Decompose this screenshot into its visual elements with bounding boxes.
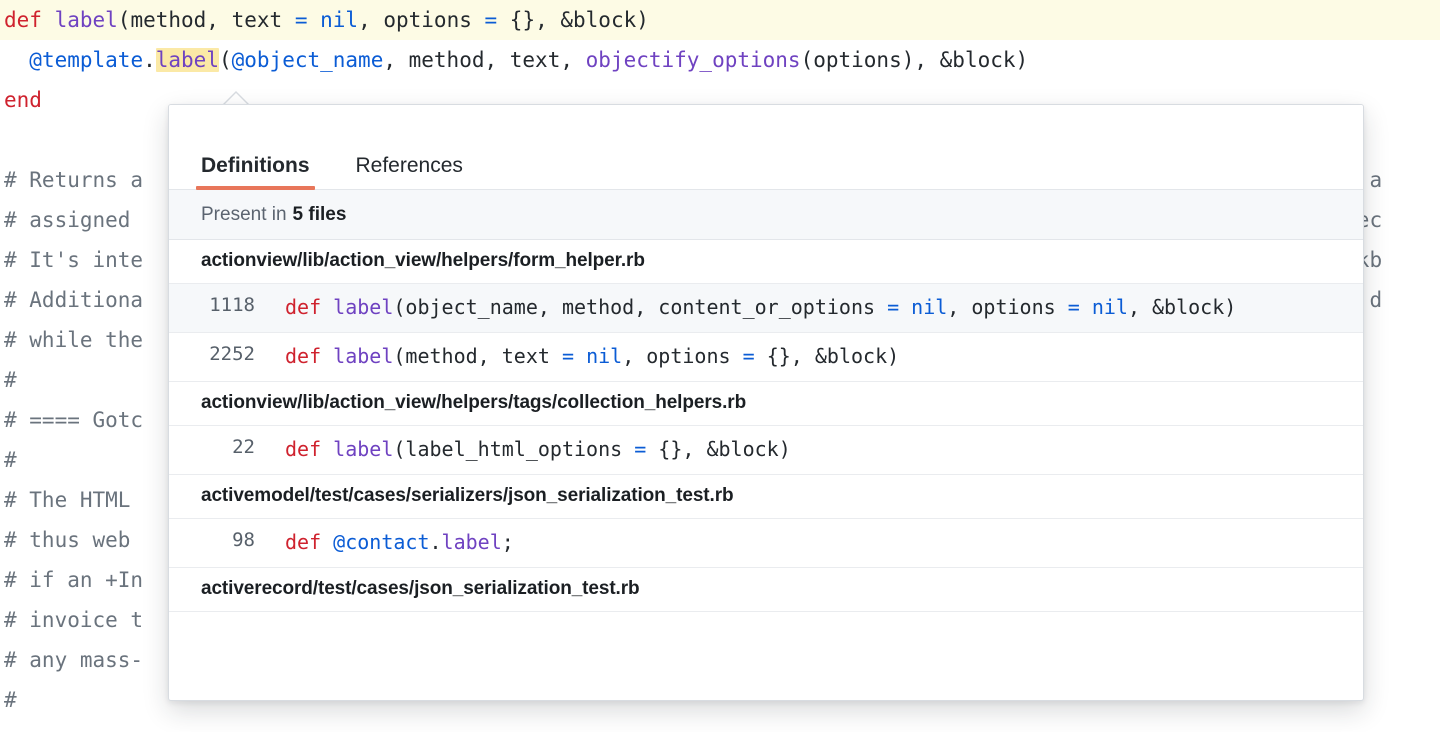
tab-definitions[interactable]: Definitions [196,155,314,190]
line-number: 98 [232,529,255,551]
file-header[interactable]: activemodel/test/cases/serializers/json_… [169,475,1363,519]
code-line[interactable]: @template.label(@object_name, method, te… [0,40,1440,80]
code-token: # [4,688,17,712]
code-token: = [294,8,308,32]
code-token: , options [622,344,743,368]
code-token: = [634,437,647,461]
line-number: 1118 [209,294,255,316]
code-token: (label_html_options [393,437,635,461]
code-token: , options [358,8,485,32]
code-token: nil [911,295,948,319]
code-token: label [54,8,118,32]
code-snippet: def @contact.label; [285,528,1343,557]
present-in-count: 5 files [292,203,347,225]
code-token: , &block) [1127,295,1237,319]
result-row[interactable]: 98 def @contact.label; [169,519,1363,568]
code-token: (object_name, method, content_or_options [393,295,888,319]
code-token: {}, &block) [497,8,649,32]
code-token: . [429,530,442,554]
popover-tabbar: Definitions References [169,105,1363,190]
code-token: nil [320,8,359,32]
code-token: = [1067,295,1080,319]
code-token: ( [218,48,232,72]
code-token: @template [29,48,144,72]
code-token: def [285,344,334,368]
code-snippet: def label(object_name, method, content_o… [285,293,1343,322]
tab-references[interactable]: References [354,155,465,189]
line-number: 2252 [209,343,255,365]
code-token: def [285,437,334,461]
code-token: # [4,448,17,472]
present-in-prefix: Present in [201,203,287,225]
code-token: end [4,88,42,112]
present-in-bar: Present in 5 files [169,190,1363,240]
code-snippet: def label(label_html_options = {}, &bloc… [285,435,1343,464]
code-token: def [285,295,334,319]
file-header[interactable]: actionview/lib/action_view/helpers/form_… [169,240,1363,284]
code-token: , options [947,295,1068,319]
result-row[interactable]: 22 def label(label_html_options = {}, &bl… [169,426,1363,475]
code-token: = [484,8,498,32]
code-token: # ==== Gotc [4,408,144,432]
result-row[interactable]: 1118 def label(object_name, method, conte… [169,284,1363,333]
code-token: # invoice t [4,608,144,632]
code-token: , method, text, [383,48,586,72]
results-list[interactable]: actionview/lib/action_view/helpers/form_… [169,240,1363,700]
code-line[interactable]: def label(method, text = nil, options = … [0,0,1440,40]
code-navigation-popover: Definitions References Present in 5 files… [168,104,1364,701]
code-token: label [441,530,502,554]
code-token: def [4,8,55,32]
code-token: # [4,368,17,392]
code-token: . [143,48,156,72]
code-token: (method, text [117,8,295,32]
code-token: label [333,344,394,368]
code-token: nil [1091,295,1128,319]
line-number: 22 [232,436,255,458]
code-token: (method, text [393,344,562,368]
code-token: def [285,530,334,554]
code-token: = [887,295,900,319]
code-token: label [333,437,394,461]
file-header[interactable]: activerecord/test/cases/json_serializati… [169,568,1363,612]
code-token: = [742,344,755,368]
result-row[interactable]: 2252 def label(method, text = nil, option… [169,333,1363,382]
code-token: @object_name [231,48,384,72]
code-token: # while the [4,328,144,352]
code-token: {}, &block) [646,437,791,461]
code-token: label [333,295,394,319]
code-token: {}, &block) [754,344,900,368]
code-token: nil [586,344,623,368]
code-token: # if an +In [4,568,144,592]
code-token: = [561,344,575,368]
code-token: (options), &block) [800,48,1029,72]
code-snippet: def label(method, text = nil, options = … [285,342,1343,371]
code-token: @contact [333,530,430,554]
code-token: # thus web [4,528,131,552]
code-token: # any mass- [4,648,144,672]
code-token: ; [501,530,514,554]
code-token: objectify_options [585,48,801,72]
file-header[interactable]: actionview/lib/action_view/helpers/tags/… [169,382,1363,426]
code-token: # The HTML [4,488,131,512]
code-token: label [155,48,219,72]
